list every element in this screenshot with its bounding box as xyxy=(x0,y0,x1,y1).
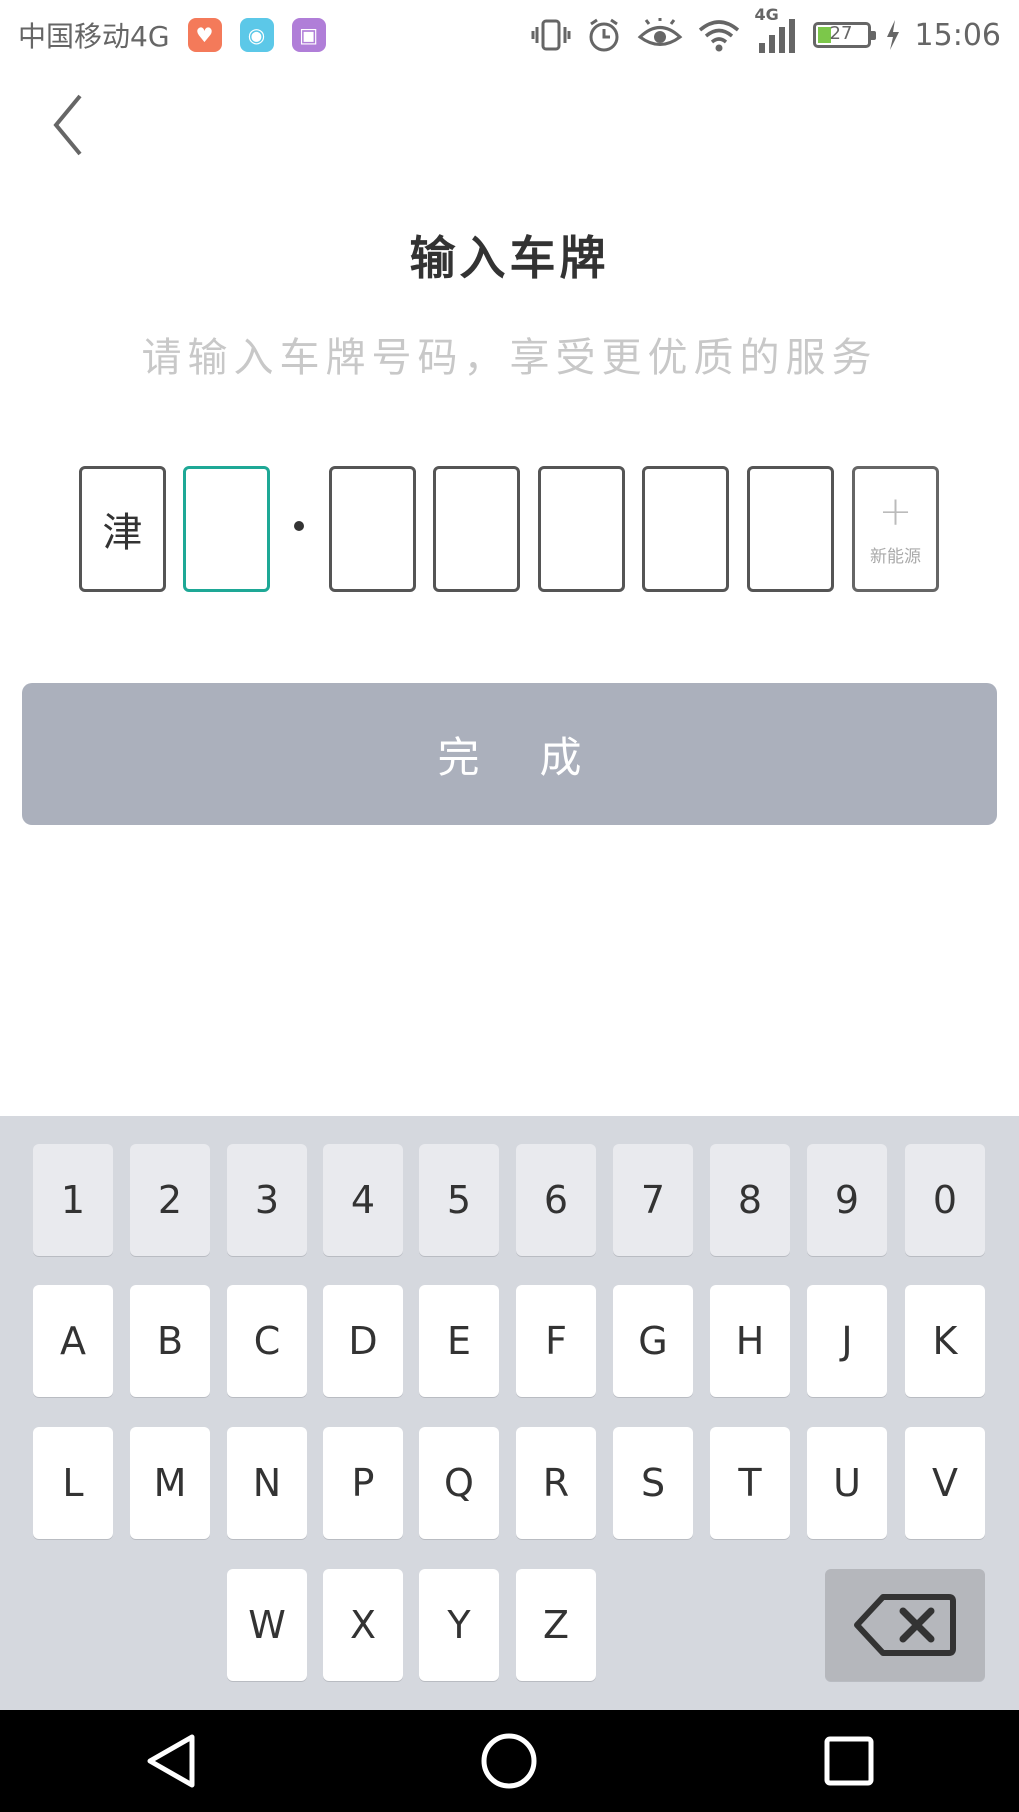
plate-input: 津 + 新能源 xyxy=(0,466,1019,592)
key-f[interactable]: F xyxy=(516,1285,596,1397)
key-h[interactable]: H xyxy=(710,1285,790,1397)
plus-icon: + xyxy=(878,488,913,535)
key-s[interactable]: S xyxy=(613,1427,693,1539)
key-w[interactable]: W xyxy=(227,1569,307,1681)
android-app-icon: ◉ xyxy=(239,18,274,52)
cellular-signal-icon: 4G xyxy=(755,5,799,55)
status-bar: 中国移动4G ♥ ◉ ▣ 4G 27 15:06 xyxy=(0,0,1019,70)
key-v[interactable]: V xyxy=(905,1427,985,1539)
key-3[interactable]: 3 xyxy=(227,1144,307,1256)
key-j[interactable]: J xyxy=(807,1285,887,1397)
triangle-back-icon xyxy=(147,1734,195,1788)
back-button[interactable] xyxy=(50,90,110,160)
plate-slot-province[interactable]: 津 xyxy=(79,466,166,592)
battery-level: 27 xyxy=(829,23,853,44)
key-q[interactable]: Q xyxy=(419,1427,499,1539)
key-7[interactable]: 7 xyxy=(613,1144,693,1256)
key-x[interactable]: X xyxy=(323,1569,403,1681)
key-k[interactable]: K xyxy=(905,1285,985,1397)
backspace-icon xyxy=(854,1594,956,1656)
key-4[interactable]: 4 xyxy=(323,1144,403,1256)
square-recents-icon xyxy=(824,1736,874,1786)
key-1[interactable]: 1 xyxy=(33,1144,113,1256)
key-m[interactable]: M xyxy=(130,1427,210,1539)
nav-recents-button[interactable] xyxy=(809,1721,889,1801)
plate-slot-2[interactable] xyxy=(183,466,270,592)
key-l[interactable]: L xyxy=(33,1427,113,1539)
nav-back-button[interactable] xyxy=(130,1721,210,1801)
circle-home-icon xyxy=(481,1733,537,1789)
key-a[interactable]: A xyxy=(33,1285,113,1397)
eye-comfort-icon xyxy=(637,18,683,52)
key-6[interactable]: 6 xyxy=(516,1144,596,1256)
plate-slot-6[interactable] xyxy=(642,466,729,592)
nav-home-button[interactable] xyxy=(469,1721,549,1801)
plate-keyboard: 1 2 3 4 5 6 7 8 9 0 A B C D E F G H J K … xyxy=(0,1116,1019,1710)
charging-icon xyxy=(885,20,901,50)
gallery-app-icon: ▣ xyxy=(291,18,326,52)
key-p[interactable]: P xyxy=(323,1427,403,1539)
key-d[interactable]: D xyxy=(323,1285,403,1397)
clock: 15:06 xyxy=(914,17,1001,53)
new-energy-slot[interactable]: + 新能源 xyxy=(852,466,939,592)
key-9[interactable]: 9 xyxy=(807,1144,887,1256)
plate-slot-7[interactable] xyxy=(747,466,834,592)
key-8[interactable]: 8 xyxy=(710,1144,790,1256)
wifi-icon xyxy=(697,18,741,52)
backspace-key[interactable] xyxy=(825,1569,985,1681)
key-2[interactable]: 2 xyxy=(130,1144,210,1256)
key-u[interactable]: U xyxy=(807,1427,887,1539)
key-y[interactable]: Y xyxy=(419,1569,499,1681)
battery-icon: 27 xyxy=(812,22,876,48)
carrier-label: 中国移动4G xyxy=(18,20,170,53)
health-app-icon: ♥ xyxy=(187,18,222,52)
key-z[interactable]: Z xyxy=(516,1569,596,1681)
page-title: 输入车牌 xyxy=(409,231,610,285)
chevron-left-icon xyxy=(53,94,82,156)
network-type-label: 4G xyxy=(754,5,779,24)
key-t[interactable]: T xyxy=(710,1427,790,1539)
key-g[interactable]: G xyxy=(613,1285,693,1397)
new-energy-label: 新能源 xyxy=(870,546,921,567)
plate-slot-4[interactable] xyxy=(433,466,520,592)
system-navigation-bar xyxy=(0,1710,1019,1812)
key-b[interactable]: B xyxy=(130,1285,210,1397)
page-subtitle: 请输入车牌号码，享受更优质的服务 xyxy=(141,335,878,381)
alarm-icon xyxy=(585,16,623,54)
done-button[interactable]: 完成 xyxy=(22,683,997,825)
key-n[interactable]: N xyxy=(227,1427,307,1539)
key-5[interactable]: 5 xyxy=(419,1144,499,1256)
key-r[interactable]: R xyxy=(516,1427,596,1539)
key-0[interactable]: 0 xyxy=(905,1144,985,1256)
plate-slot-5[interactable] xyxy=(538,466,625,592)
key-c[interactable]: C xyxy=(227,1285,307,1397)
plate-slot-3[interactable] xyxy=(329,466,416,592)
plate-separator-dot xyxy=(294,521,304,531)
vibrate-icon xyxy=(531,17,571,53)
key-e[interactable]: E xyxy=(419,1285,499,1397)
